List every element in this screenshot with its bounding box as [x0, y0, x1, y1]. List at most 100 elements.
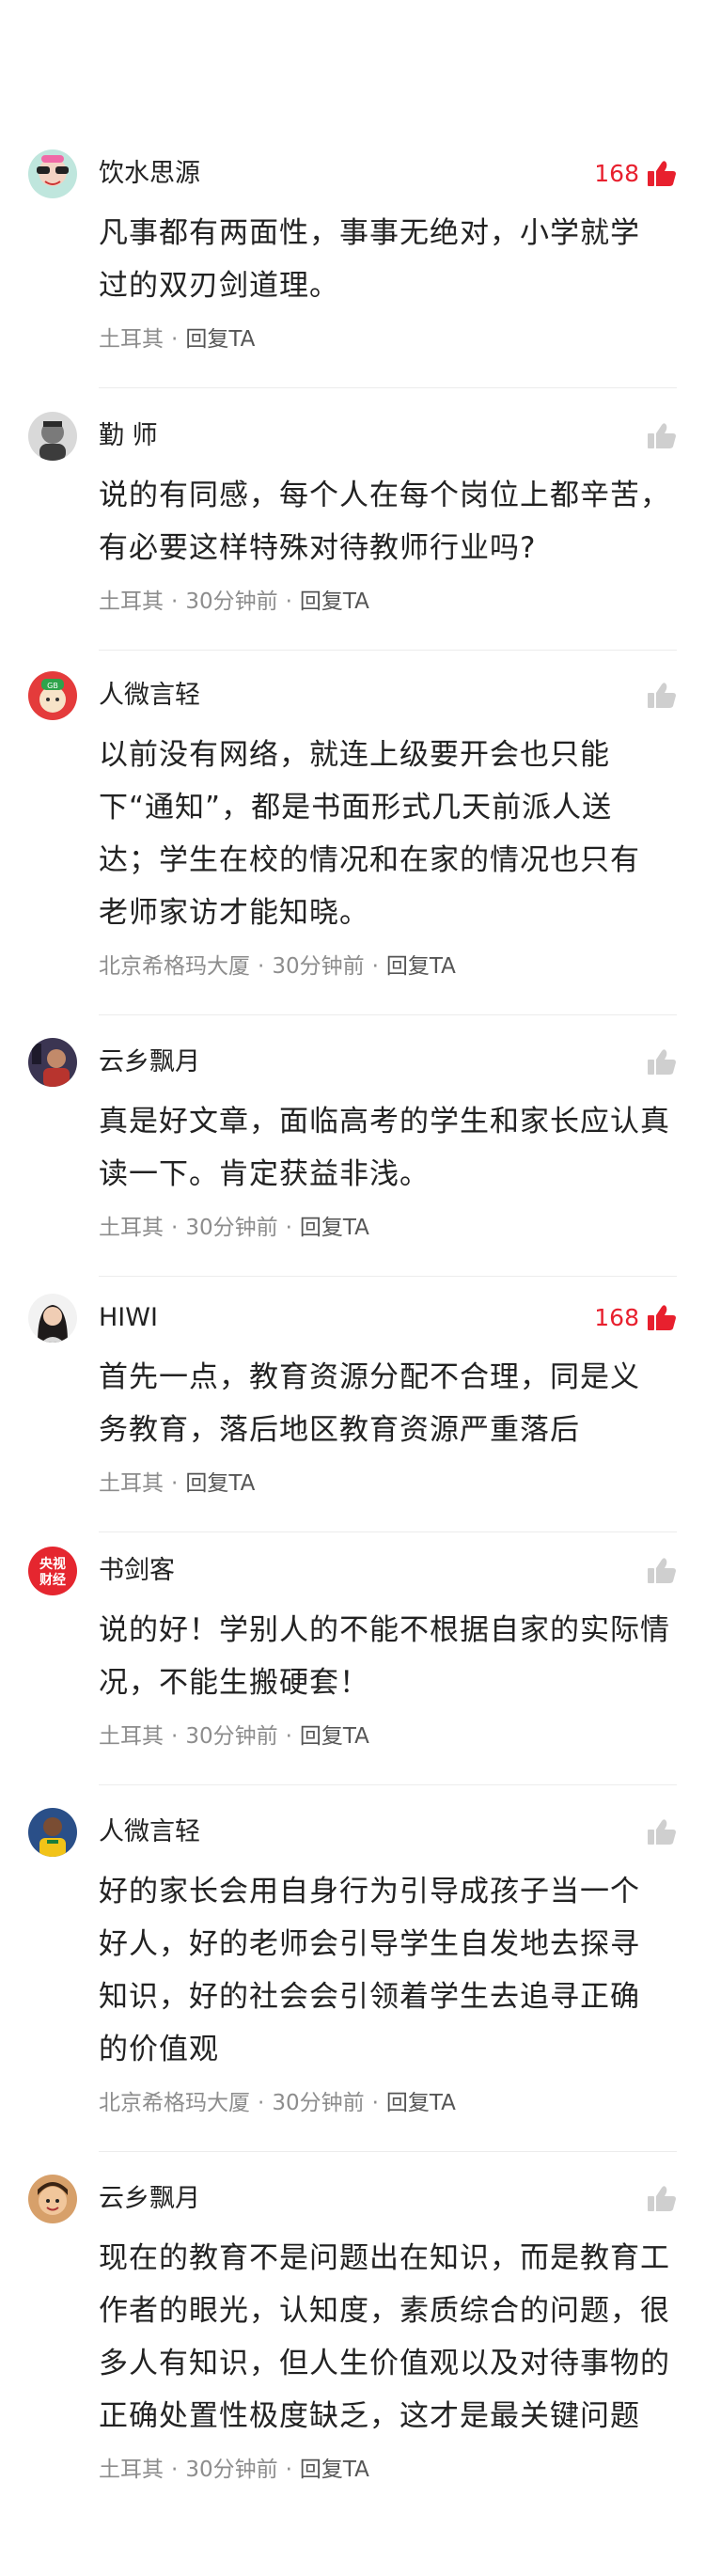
reply-button[interactable]: 回复TA: [300, 1216, 369, 1240]
like-button[interactable]: [647, 1552, 677, 1590]
thumbs-up-icon: [647, 1304, 677, 1332]
reply-button[interactable]: 回复TA: [386, 954, 456, 979]
comment-location: 土耳其: [99, 2458, 164, 2482]
meta-separator: ·: [285, 1216, 292, 1240]
thumbs-up-icon: [647, 1048, 677, 1076]
comment-text-line: 老师家访才能知晓。: [99, 896, 369, 930]
avatar-logo-text: 财经: [39, 1572, 66, 1588]
thumbs-up-icon: [647, 422, 677, 450]
comment-list: 饮水思源 168 凡事都有两面性，事事无绝对，小学就学 过的双刃剑道理。 土耳其 · 回复T…: [0, 0, 705, 2576]
username[interactable]: 人微言轻: [99, 677, 200, 715]
divider: [99, 387, 677, 388]
thumbs-up-icon: [647, 682, 677, 710]
meta-separator: ·: [171, 327, 179, 352]
username[interactable]: 云乡飘月: [99, 2180, 200, 2218]
meta-separator: ·: [285, 1724, 292, 1749]
meta-separator: ·: [171, 1471, 179, 1496]
avatar-child-icon[interactable]: [28, 2175, 77, 2223]
comment-text-line: 好人，好的老师会引导学生自发地去探寻: [99, 1927, 640, 1961]
meta-separator: ·: [171, 589, 179, 614]
reply-button[interactable]: 回复TA: [386, 2091, 456, 2115]
comment-location: 土耳其: [99, 1724, 164, 1749]
comment-text-line: 以前没有网络，就连上级要开会也只能: [99, 738, 610, 772]
comment-location: 土耳其: [99, 1216, 164, 1240]
comment-text-line: 的价值观: [99, 2033, 219, 2066]
comment-text-line: 过的双刃剑道理。: [99, 269, 339, 303]
thumbs-up-icon: [647, 2185, 677, 2213]
reply-button[interactable]: 回复TA: [300, 2458, 369, 2482]
like-button[interactable]: [647, 2180, 677, 2218]
comment-text-line: 凡事都有两面性，事事无绝对，小学就学: [99, 216, 640, 250]
thumbs-up-icon: [647, 160, 677, 188]
avatar-logo-icon[interactable]: 央视 财经: [28, 1547, 77, 1595]
meta-separator: ·: [171, 2458, 179, 2482]
reply-button[interactable]: 回复TA: [300, 1724, 369, 1749]
meta-separator: ·: [371, 2091, 379, 2115]
reply-button[interactable]: 回复TA: [185, 1471, 255, 1496]
svg-text:GB: GB: [47, 682, 58, 690]
comment-text: 说的好！学别人的不能不根据自家的实际情 况，不能生搬硬套！: [99, 1604, 672, 1709]
comment-meta: 土耳其 · 30分钟前 · 回复TA: [99, 586, 369, 618]
comment-text-line: 务教育，落后地区教育资源严重落后: [99, 1413, 580, 1447]
comment-text-line: 首先一点，教育资源分配不合理，同是义: [99, 1360, 640, 1394]
comment-meta: 土耳其 · 回复TA: [99, 323, 255, 355]
avatar-logo-text: 央视: [39, 1556, 66, 1572]
comment-location: 北京希格玛大厦: [99, 954, 250, 979]
like-button[interactable]: 168: [594, 155, 677, 193]
like-button[interactable]: [647, 417, 677, 455]
comment-time: 30分钟前: [185, 2458, 278, 2482]
divider: [99, 1531, 677, 1532]
like-count: 168: [594, 160, 639, 187]
comment-location: 北京希格玛大厦: [99, 2091, 250, 2115]
like-button[interactable]: 168: [594, 1299, 677, 1337]
avatar-portrait-icon[interactable]: [28, 412, 77, 461]
comment-location: 土耳其: [99, 1471, 164, 1496]
username[interactable]: 云乡飘月: [99, 1044, 200, 1081]
avatar-cartoon-icon[interactable]: [28, 149, 77, 198]
comment-time: 30分钟前: [272, 2091, 365, 2115]
meta-separator: ·: [258, 2091, 265, 2115]
like-button[interactable]: [647, 1044, 677, 1081]
username[interactable]: 勤 师: [99, 417, 158, 455]
avatar-athlete-icon[interactable]: [28, 1808, 77, 1857]
avatar-cartoon-cap-icon[interactable]: GB: [28, 671, 77, 720]
comment-text-line: 多人有知识，但人生价值观以及对待事物的: [99, 2347, 670, 2380]
comment-meta: 土耳其 · 回复TA: [99, 1468, 255, 1500]
meta-separator: ·: [285, 589, 292, 614]
comment-time: 30分钟前: [185, 589, 278, 614]
divider: [99, 2151, 677, 2152]
comment-text-line: 知识，好的社会会引领着学生去追寻正确: [99, 1980, 640, 2014]
comment-meta: 土耳其 · 30分钟前 · 回复TA: [99, 2454, 369, 2486]
reply-button[interactable]: 回复TA: [300, 589, 369, 614]
username[interactable]: 书剑客: [99, 1552, 175, 1590]
comment-text-line: 作者的眼光，认知度，素质综合的问题，很: [99, 2294, 670, 2328]
like-button[interactable]: [647, 1814, 677, 1851]
username[interactable]: HIWI: [99, 1299, 158, 1337]
comment-text: 首先一点，教育资源分配不合理，同是义 务教育，落后地区教育资源严重落后: [99, 1351, 672, 1456]
meta-separator: ·: [258, 954, 265, 979]
comment-text-line: 真是好文章，面临高考的学生和家长应认真: [99, 1105, 670, 1139]
like-button[interactable]: [647, 677, 677, 715]
comment-text-line: 况，不能生搬硬套！: [99, 1666, 369, 1700]
comment-location: 土耳其: [99, 327, 164, 352]
comment-meta: 北京希格玛大厦 · 30分钟前 · 回复TA: [99, 2087, 456, 2119]
comment-meta: 北京希格玛大厦 · 30分钟前 · 回复TA: [99, 950, 456, 982]
avatar-photo-icon[interactable]: [28, 1038, 77, 1087]
comment-meta: 土耳其 · 30分钟前 · 回复TA: [99, 1212, 369, 1244]
comment-text-line: 说的好！学别人的不能不根据自家的实际情: [99, 1613, 670, 1647]
comment-location: 土耳其: [99, 589, 164, 614]
comment-text-line: 达；学生在校的情况和在家的情况也只有: [99, 843, 640, 877]
comment-text-line: 说的有同感，每个人在每个岗位上都辛苦，: [99, 479, 670, 512]
comment-text-line: 好的家长会用自身行为引导成孩子当一个: [99, 1875, 640, 1908]
divider: [99, 650, 677, 651]
username[interactable]: 人微言轻: [99, 1814, 200, 1851]
avatar-woman-icon[interactable]: [28, 1294, 77, 1343]
comment-text: 凡事都有两面性，事事无绝对，小学就学 过的双刃剑道理。: [99, 207, 672, 312]
meta-separator: ·: [171, 1216, 179, 1240]
divider: [99, 1014, 677, 1015]
reply-button[interactable]: 回复TA: [185, 327, 255, 352]
comment-text: 好的家长会用自身行为引导成孩子当一个 好人，好的老师会引导学生自发地去探寻 知识，好…: [99, 1865, 672, 2076]
comment-text: 真是好文章，面临高考的学生和家长应认真 读一下。肯定获益非浅。: [99, 1095, 672, 1201]
username[interactable]: 饮水思源: [99, 155, 200, 193]
comment-text-line: 有必要这样特殊对待教师行业吗?: [99, 531, 537, 565]
